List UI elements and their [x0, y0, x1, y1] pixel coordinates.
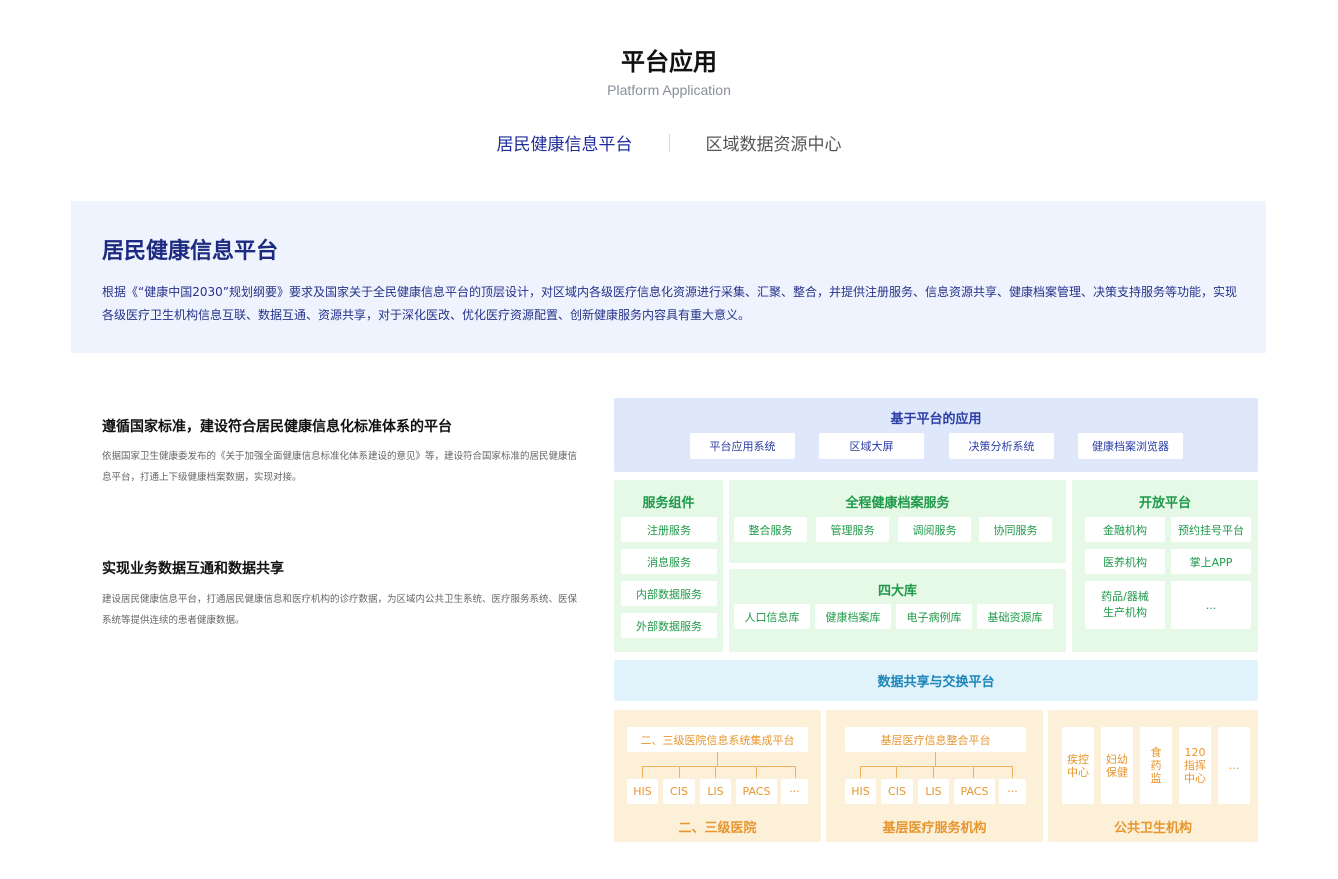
open-platform-title: 开放平台 [1138, 496, 1191, 511]
connector-line [860, 766, 1013, 767]
ehr-service-item: 管理服务 [816, 517, 889, 542]
connector-line [642, 766, 796, 767]
public-health-item: 妇幼 保健 [1101, 727, 1133, 804]
architecture-diagram: 基于平台的应用 平台应用系统 区域大屏 决策分析系统 健康档案浏览器 服务组件 … [0, 0, 1338, 879]
public-health-item: 食 药 监 [1140, 727, 1172, 804]
hospital-system: ··· [781, 779, 808, 804]
ehr-services-title: 全程健康档案服务 [845, 496, 950, 511]
open-platform-item: 掌上APP [1171, 549, 1251, 574]
hospital-system: HIS [627, 779, 658, 804]
connector-line [896, 766, 897, 778]
primary-care-integration-platform: 基层医疗信息整合平台 [845, 727, 1026, 752]
open-platform-item: 医养机构 [1085, 549, 1165, 574]
open-platform-item: 金融机构 [1085, 517, 1165, 542]
connector-line [679, 766, 680, 778]
hospitals-title: 二、三级医院 [678, 821, 757, 836]
open-platform-item: ... [1171, 581, 1251, 629]
primary-care-system: LIS [918, 779, 949, 804]
open-platform-item: 预约挂号平台 [1171, 517, 1251, 542]
exchange-platform: 数据共享与交换平台 [614, 660, 1258, 701]
app-item: 决策分析系统 [949, 433, 1054, 459]
service-item: 注册服务 [621, 517, 717, 542]
database-item: 电子病例库 [896, 604, 972, 629]
database-item: 人口信息库 [734, 604, 810, 629]
connector-line [935, 752, 936, 766]
service-item: 外部数据服务 [621, 613, 717, 638]
connector-line [715, 766, 716, 778]
primary-care-title: 基层医疗服务机构 [882, 821, 987, 836]
app-item: 区域大屏 [819, 433, 924, 459]
public-health-item: ... [1218, 727, 1250, 804]
service-item: 消息服务 [621, 549, 717, 574]
public-health-title: 公共卫生机构 [1113, 821, 1192, 836]
exchange-platform-title: 数据共享与交换平台 [877, 675, 995, 690]
database-item: 健康档案库 [815, 604, 891, 629]
hospital-system: CIS [663, 779, 695, 804]
services-title: 服务组件 [642, 496, 695, 511]
app-item: 健康档案浏览器 [1078, 433, 1183, 459]
primary-care-system: ··· [999, 779, 1026, 804]
open-platform-item: 药品/器械 生产机构 [1085, 581, 1165, 629]
ehr-service-item: 协同服务 [979, 517, 1052, 542]
connector-line [795, 766, 796, 778]
connector-line [973, 766, 974, 778]
app-item: 平台应用系统 [690, 433, 795, 459]
apps-layer-title: 基于平台的应用 [890, 412, 982, 427]
connector-line [642, 766, 643, 778]
four-databases-title: 四大库 [877, 584, 917, 599]
connector-line [1012, 766, 1013, 778]
public-health-item: 120 指挥 中心 [1179, 727, 1211, 804]
connector-line [933, 766, 934, 778]
hospital-system: LIS [700, 779, 731, 804]
hospital-integration-platform: 二、三级医院信息系统集成平台 [627, 727, 808, 752]
service-item: 内部数据服务 [621, 581, 717, 606]
connector-line [756, 766, 757, 778]
connector-line [717, 752, 718, 766]
hospital-system: PACS [736, 779, 777, 804]
ehr-service-item: 整合服务 [734, 517, 807, 542]
primary-care-system: CIS [881, 779, 913, 804]
primary-care-system: PACS [954, 779, 995, 804]
primary-care-system: HIS [845, 779, 876, 804]
ehr-service-item: 调阅服务 [898, 517, 971, 542]
public-health-item: 疾控 中心 [1062, 727, 1094, 804]
database-item: 基础资源库 [977, 604, 1053, 629]
connector-line [860, 766, 861, 778]
